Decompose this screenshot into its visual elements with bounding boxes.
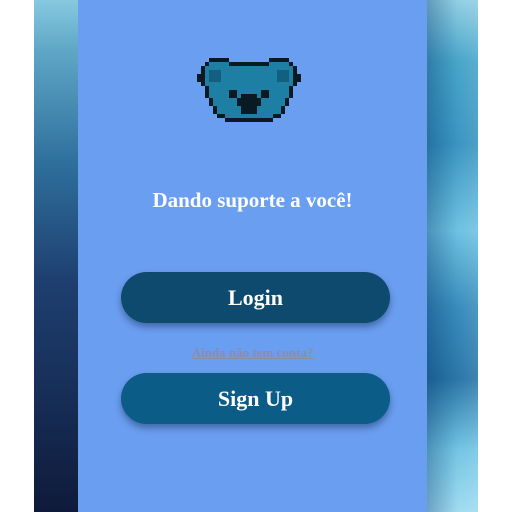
signup-button[interactable]: Sign Up <box>121 373 390 424</box>
login-button[interactable]: Login <box>121 272 390 323</box>
koala-icon <box>197 58 301 130</box>
tagline-heading: Dando suporte a você! <box>152 188 353 212</box>
background-left-strip <box>34 0 78 512</box>
no-account-link[interactable]: Ainda não tem conta? <box>78 344 427 362</box>
app-screen: Dando suporte a você! Login Ainda não te… <box>0 0 512 512</box>
background-right-strip <box>427 0 478 512</box>
